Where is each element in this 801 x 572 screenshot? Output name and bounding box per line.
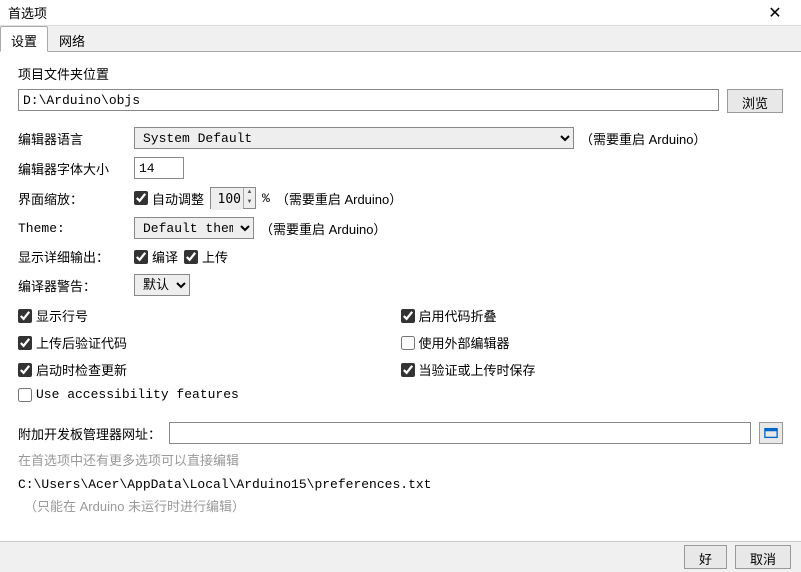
chevron-up-icon[interactable]: ▲: [244, 188, 255, 198]
tab-settings[interactable]: 设置: [0, 26, 48, 52]
checkupdates-checkbox[interactable]: [18, 363, 32, 377]
scale-auto-label: 自动调整: [152, 189, 204, 208]
sketchbook-path-input[interactable]: [18, 89, 719, 111]
sketchbook-label: 项目文件夹位置: [18, 64, 783, 83]
linenumbers-checkbox[interactable]: [18, 309, 32, 323]
scale-value-input[interactable]: [211, 188, 243, 210]
verbose-compile-checkbox[interactable]: [134, 250, 148, 264]
accessibility-checkbox[interactable]: [18, 388, 32, 402]
saveverify-label: 当验证或上传时保存: [419, 360, 536, 379]
checkupdates-label: 启动时检查更新: [36, 360, 127, 379]
external-checkbox[interactable]: [401, 336, 415, 350]
language-select[interactable]: System Default: [134, 127, 574, 149]
warnings-select[interactable]: 默认: [134, 274, 190, 296]
language-restart-note: （需要重启 Arduino）: [580, 129, 706, 148]
theme-select[interactable]: Default theme: [134, 217, 254, 239]
window-icon: [764, 427, 778, 439]
window-title: 首选项: [8, 3, 755, 22]
verbose-compile-label: 编译: [152, 247, 178, 266]
scale-percent: %: [262, 191, 270, 206]
codefold-label: 启用代码折叠: [419, 306, 497, 325]
scale-auto-checkbox[interactable]: [134, 191, 148, 205]
cancel-button[interactable]: 取消: [735, 545, 791, 569]
ok-button[interactable]: 好: [684, 545, 727, 569]
titlebar: 首选项 ✕: [0, 0, 801, 26]
linenumbers-label: 显示行号: [36, 306, 88, 325]
theme-restart-note: （需要重启 Arduino）: [260, 219, 386, 238]
codefold-checkbox[interactable]: [401, 309, 415, 323]
accessibility-label: Use accessibility features: [36, 387, 239, 402]
browse-button[interactable]: 浏览: [727, 89, 783, 113]
language-label: 编辑器语言: [18, 129, 128, 148]
saveverify-checkbox[interactable]: [401, 363, 415, 377]
verbose-upload-label: 上传: [202, 247, 228, 266]
verify-checkbox[interactable]: [18, 336, 32, 350]
more-prefs-hint: 在首选项中还有更多选项可以直接编辑: [18, 450, 783, 469]
theme-label: Theme:: [18, 221, 128, 236]
fontsize-label: 编辑器字体大小: [18, 159, 128, 178]
prefs-path: C:\Users\Acer\AppData\Local\Arduino15\pr…: [18, 477, 783, 492]
tab-network[interactable]: 网络: [48, 26, 96, 51]
boards-url-input[interactable]: [169, 422, 751, 444]
footer: 好 取消: [0, 542, 801, 572]
boards-url-expand-button[interactable]: [759, 422, 783, 444]
scale-restart-note: （需要重启 Arduino）: [276, 189, 402, 208]
warnings-label: 编译器警告：: [18, 276, 128, 295]
tabs: 设置 网络: [0, 26, 801, 52]
boards-url-label: 附加开发板管理器网址：: [18, 424, 161, 443]
prefs-note: （只能在 Arduino 未运行时进行编辑）: [18, 496, 783, 515]
chevron-down-icon[interactable]: ▼: [244, 198, 255, 208]
close-icon[interactable]: ✕: [755, 1, 795, 25]
verbose-upload-checkbox[interactable]: [184, 250, 198, 264]
scale-label: 界面缩放：: [18, 189, 128, 208]
verbose-label: 显示详细输出：: [18, 247, 128, 266]
content: 项目文件夹位置 浏览 编辑器语言 System Default （需要重启 Ar…: [0, 52, 801, 542]
fontsize-input[interactable]: [134, 157, 184, 179]
external-label: 使用外部编辑器: [419, 333, 510, 352]
scale-spinner[interactable]: ▲▼: [210, 187, 256, 209]
verify-label: 上传后验证代码: [36, 333, 127, 352]
